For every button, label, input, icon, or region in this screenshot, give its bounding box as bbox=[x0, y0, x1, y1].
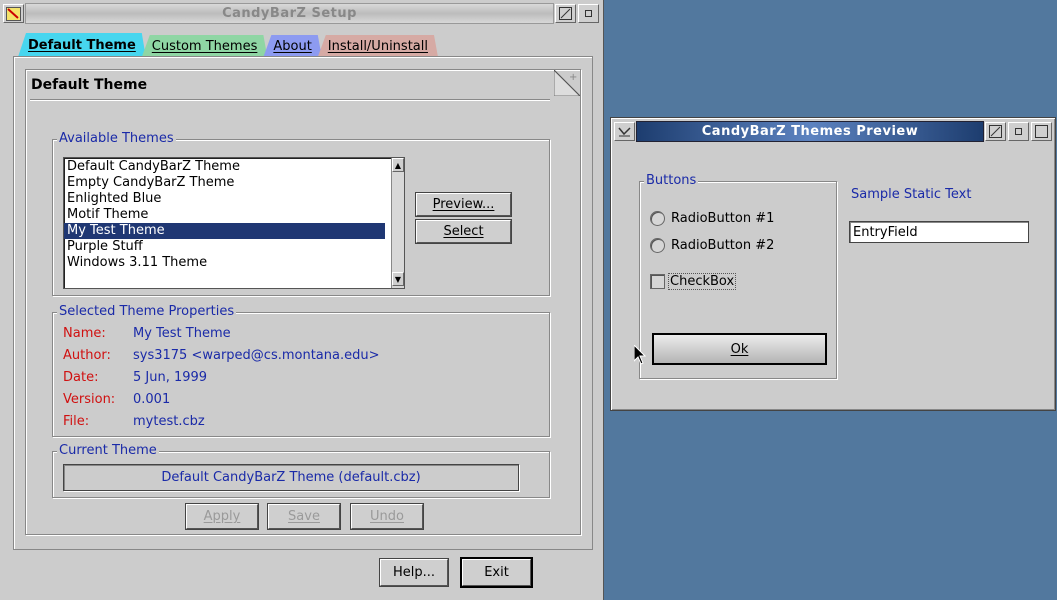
current-theme-field: Default CandyBarZ Theme (default.cbz) bbox=[63, 464, 519, 491]
preview-titlebar[interactable]: CandyBarZ Themes Preview bbox=[613, 120, 1053, 143]
title-divider bbox=[30, 99, 550, 101]
theme-list-item[interactable]: Empty CandyBarZ Theme bbox=[64, 175, 385, 191]
exit-button-label: Exit bbox=[484, 565, 509, 580]
tab-label: About bbox=[273, 38, 312, 54]
entry-field[interactable]: EntryField bbox=[849, 221, 1029, 243]
ok-button[interactable]: Ok bbox=[652, 333, 827, 365]
scroll-down-icon[interactable]: ▼ bbox=[392, 272, 404, 286]
themes-scrollbar[interactable]: ▲ ▼ bbox=[391, 158, 404, 288]
sample-static-text: Sample Static Text bbox=[851, 187, 972, 202]
apply-button-label: Apply bbox=[203, 509, 241, 524]
prop-value-author: sys3175 <warped@cs.montana.edu> bbox=[133, 347, 380, 363]
checkbox-label: CheckBox bbox=[667, 273, 737, 290]
main-window-title: CandyBarZ Setup bbox=[25, 3, 554, 24]
buttons-group: Buttons RadioButton #1 RadioButton #2 Ch… bbox=[639, 173, 837, 379]
theme-list-item[interactable]: Default CandyBarZ Theme bbox=[64, 159, 385, 175]
apply-button[interactable]: Apply bbox=[185, 503, 259, 530]
tab-custom-themes[interactable]: Custom Themes bbox=[142, 35, 268, 57]
checkbox[interactable]: CheckBox bbox=[650, 273, 737, 290]
ok-button-label: Ok bbox=[730, 341, 749, 357]
preview-button[interactable]: Preview... bbox=[415, 192, 512, 217]
prop-author-row: Author: sys3175 <warped@cs.montana.edu> bbox=[63, 345, 380, 365]
undo-button[interactable]: Undo bbox=[350, 503, 424, 530]
prop-key-file: File: bbox=[63, 413, 90, 429]
themes-listbox[interactable]: Default CandyBarZ Theme Empty CandyBarZ T… bbox=[63, 157, 405, 289]
main-titlebar[interactable]: CandyBarZ Setup bbox=[2, 2, 600, 25]
page-turn-corner-icon[interactable]: + bbox=[553, 68, 582, 97]
select-button[interactable]: Select bbox=[415, 219, 512, 244]
theme-list-item[interactable]: My Test Theme bbox=[64, 223, 385, 239]
maximize-icon[interactable] bbox=[985, 122, 1006, 141]
prop-value-version: 0.001 bbox=[133, 391, 171, 407]
theme-list-item[interactable]: Enlighted Blue bbox=[64, 191, 385, 207]
scroll-up-icon[interactable]: ▲ bbox=[392, 158, 404, 172]
help-button-label: Help... bbox=[392, 565, 436, 580]
prop-value-file: mytest.cbz bbox=[133, 413, 205, 429]
radio-indicator[interactable] bbox=[650, 211, 665, 226]
theme-list-item[interactable]: Motif Theme bbox=[64, 207, 385, 223]
prop-value-date: 5 Jun, 1999 bbox=[133, 369, 208, 385]
default-theme-page: Default Theme + Available Themes Default… bbox=[25, 68, 582, 535]
mouse-pointer-icon bbox=[633, 343, 647, 369]
restore-icon[interactable] bbox=[1031, 122, 1052, 141]
prop-value-name: My Test Theme bbox=[133, 325, 231, 341]
tab-bar: Default Theme Custom Themes About Instal… bbox=[18, 35, 434, 57]
theme-list-item[interactable]: Purple Stuff bbox=[64, 239, 385, 255]
system-menu-icon[interactable] bbox=[614, 122, 635, 141]
radio-button-1[interactable]: RadioButton #1 bbox=[650, 211, 774, 226]
tab-about[interactable]: About bbox=[263, 35, 321, 57]
save-button-label: Save bbox=[288, 509, 320, 524]
current-theme-label: Current Theme bbox=[57, 443, 159, 458]
prop-version-row: Version: 0.001 bbox=[63, 389, 170, 409]
save-button[interactable]: Save bbox=[267, 503, 341, 530]
undo-button-label: Undo bbox=[370, 509, 404, 524]
selected-theme-properties-group: Selected Theme Properties Name: My Test … bbox=[52, 304, 550, 437]
properties-label: Selected Theme Properties bbox=[57, 304, 237, 319]
tab-default-theme[interactable]: Default Theme bbox=[18, 33, 146, 57]
radio-button-2-label: RadioButton #2 bbox=[671, 238, 775, 253]
system-menu-icon[interactable] bbox=[3, 4, 24, 23]
tab-label: Custom Themes bbox=[151, 38, 258, 54]
preview-button-label: Preview... bbox=[432, 197, 495, 212]
preview-window-title: CandyBarZ Themes Preview bbox=[636, 121, 984, 142]
themes-list: Default CandyBarZ Theme Empty CandyBarZ T… bbox=[64, 158, 404, 271]
prop-key-version: Version: bbox=[63, 391, 116, 407]
checkbox-indicator[interactable] bbox=[650, 274, 665, 289]
prop-date-row: Date: 5 Jun, 1999 bbox=[63, 367, 207, 387]
themes-preview-window: CandyBarZ Themes Preview Buttons RadioBu… bbox=[610, 117, 1056, 411]
prop-key-name: Name: bbox=[63, 325, 106, 341]
tab-label: Default Theme bbox=[28, 37, 136, 53]
notebook: Default Theme + Available Themes Default… bbox=[13, 56, 593, 550]
tab-label: Install/Uninstall bbox=[327, 38, 428, 54]
theme-list-item[interactable]: Windows 3.11 Theme bbox=[64, 255, 385, 271]
buttons-group-label: Buttons bbox=[644, 173, 699, 188]
current-theme-group: Current Theme Default CandyBarZ Theme (d… bbox=[52, 443, 550, 498]
radio-button-2[interactable]: RadioButton #2 bbox=[650, 238, 774, 253]
available-themes-label: Available Themes bbox=[57, 131, 176, 146]
minimize-icon[interactable] bbox=[578, 4, 599, 23]
prop-key-date: Date: bbox=[63, 369, 99, 385]
svg-text:+: + bbox=[569, 72, 577, 83]
prop-file-row: File: mytest.cbz bbox=[63, 411, 205, 431]
radio-indicator[interactable] bbox=[650, 238, 665, 253]
available-themes-group: Available Themes Default CandyBarZ Theme… bbox=[52, 131, 550, 296]
radio-button-1-label: RadioButton #1 bbox=[671, 211, 775, 226]
exit-button[interactable]: Exit bbox=[460, 557, 533, 588]
maximize-icon[interactable] bbox=[555, 4, 576, 23]
select-button-label: Select bbox=[443, 224, 484, 239]
prop-key-author: Author: bbox=[63, 347, 111, 363]
candybarz-setup-window: CandyBarZ Setup Default Theme Custom The… bbox=[0, 0, 604, 600]
help-button[interactable]: Help... bbox=[379, 558, 449, 587]
minimize-icon[interactable] bbox=[1008, 122, 1029, 141]
page-title: Default Theme bbox=[31, 77, 148, 93]
prop-name-row: Name: My Test Theme bbox=[63, 323, 231, 343]
tab-install-uninstall[interactable]: Install/Uninstall bbox=[318, 35, 438, 57]
scroll-track[interactable] bbox=[392, 172, 404, 272]
